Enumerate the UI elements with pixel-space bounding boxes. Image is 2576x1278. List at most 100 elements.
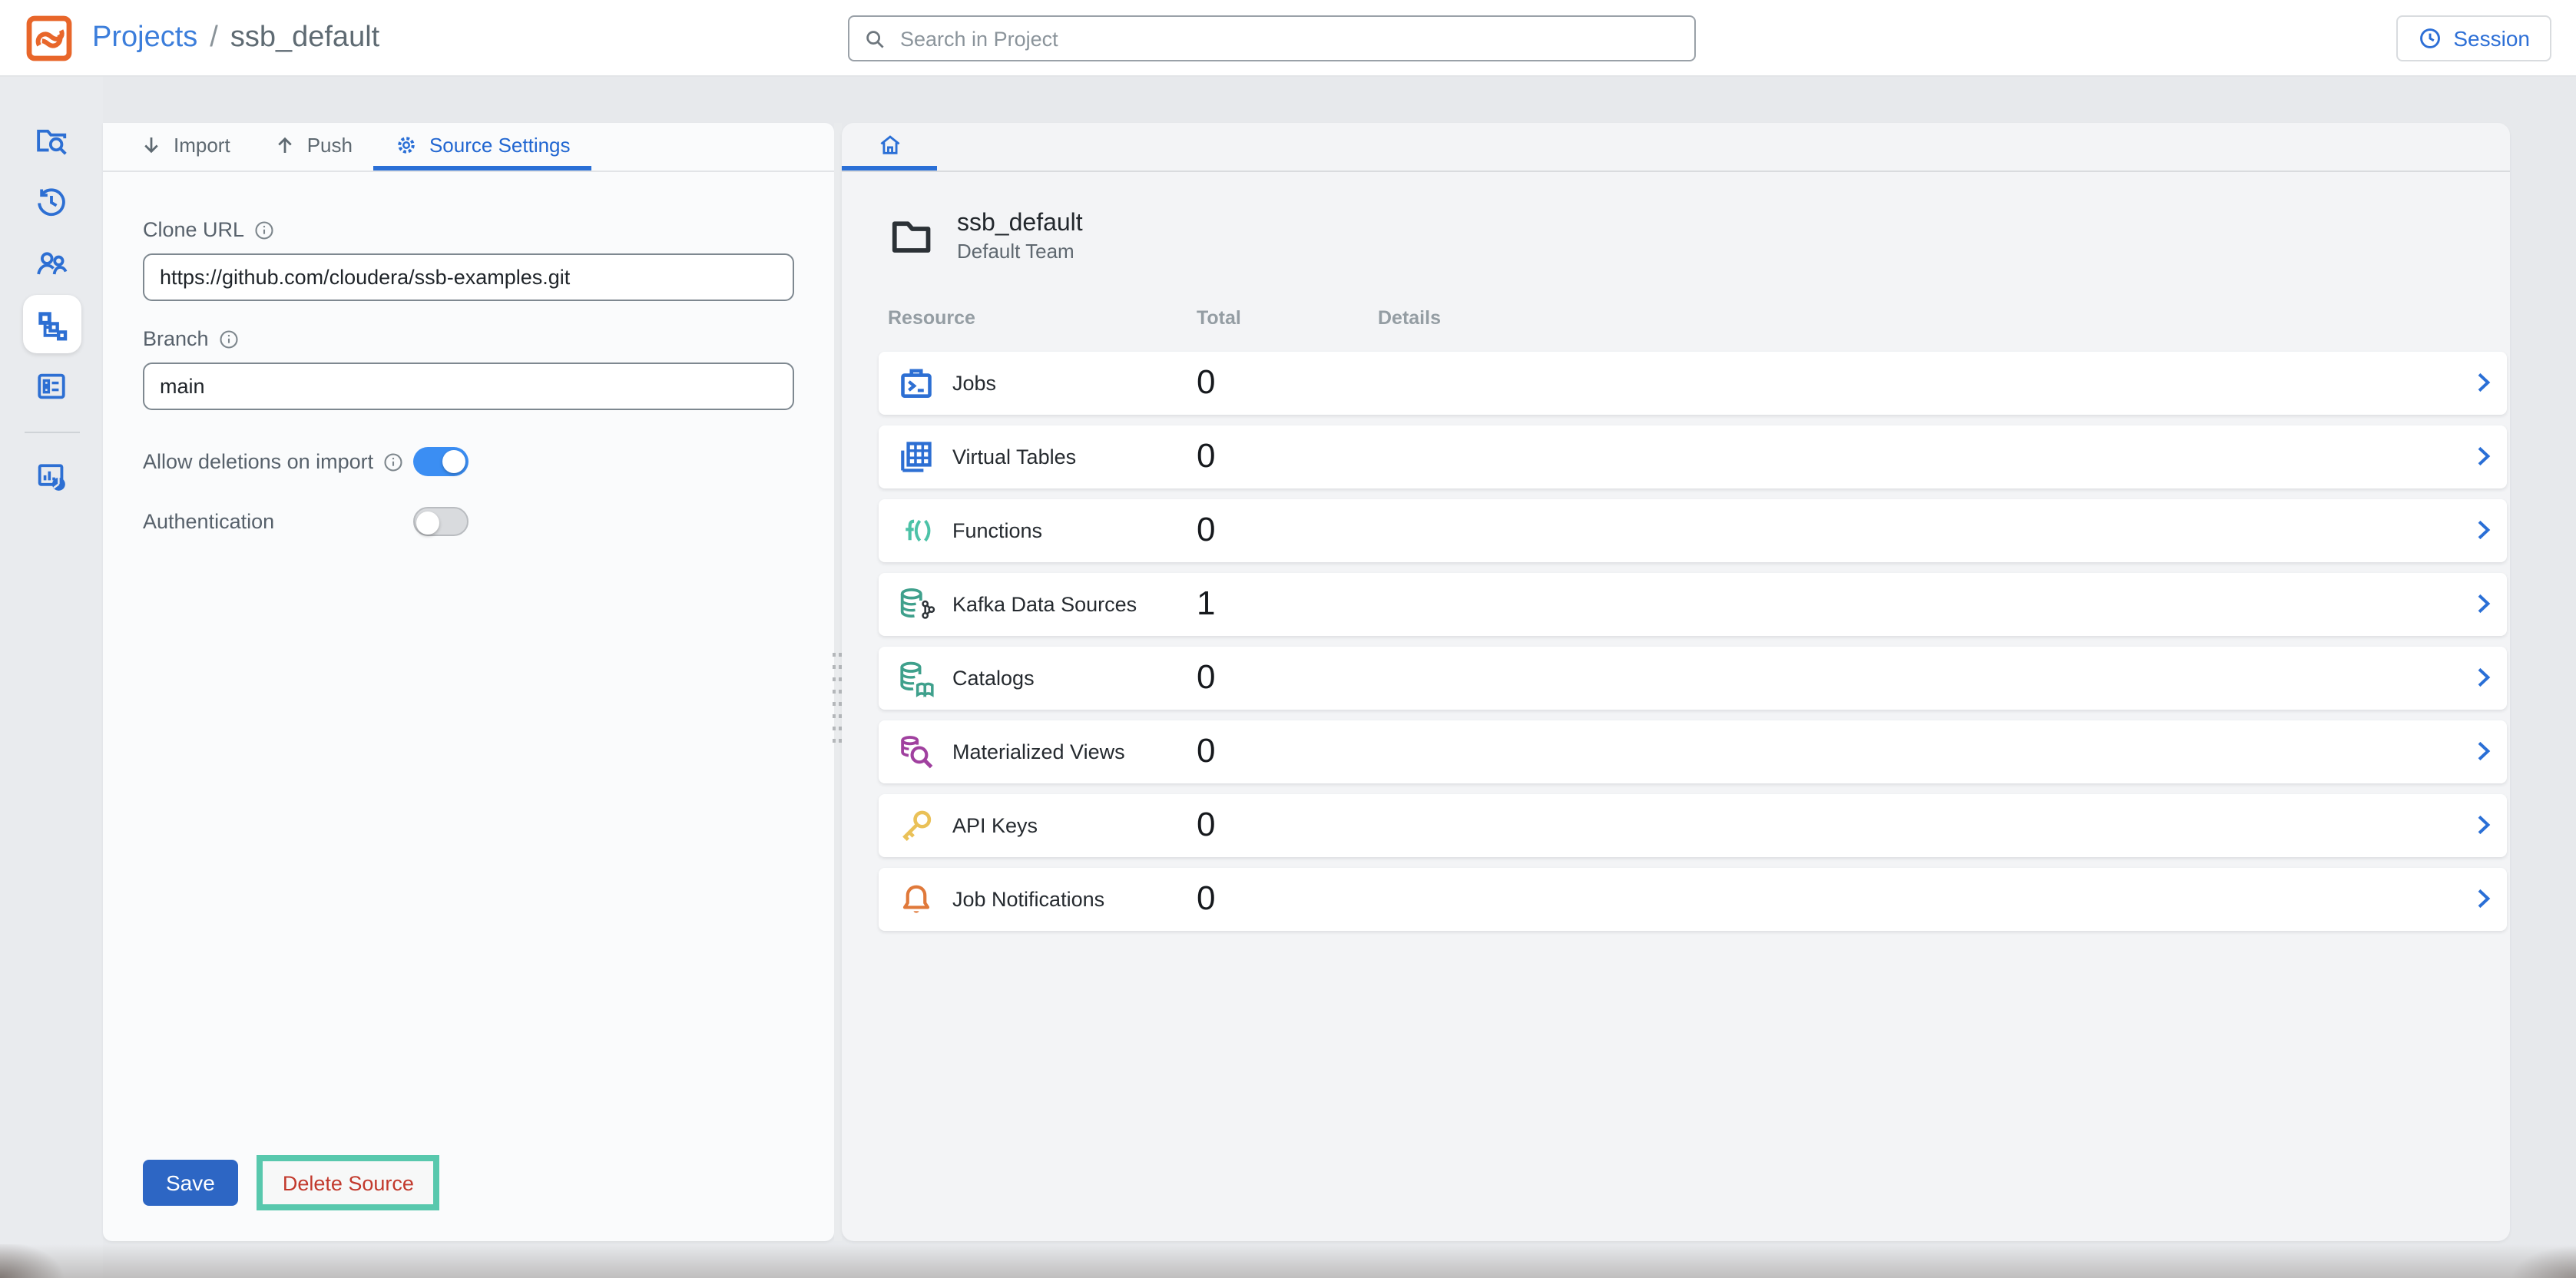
resource-table: Jobs 0 Virtual Tables 0 Functions 0 Kafka D…: [879, 352, 2510, 931]
sidebar-item-source-control[interactable]: [22, 295, 81, 353]
session-button-label: Session: [2453, 25, 2530, 50]
virtual-tables-icon: [897, 438, 935, 476]
clone-url-input[interactable]: [143, 253, 794, 301]
authentication-toggle[interactable]: [413, 507, 469, 536]
arrow-up-icon: [273, 133, 296, 156]
resource-label: Kafka Data Sources: [952, 593, 1137, 616]
table-row[interactable]: Virtual Tables 0: [879, 425, 2507, 488]
chevron-right-icon[interactable]: [2470, 813, 2496, 839]
sidebar-item-resources[interactable]: [22, 356, 81, 415]
session-button[interactable]: Session: [2396, 15, 2551, 61]
source-control-panel: Import Push Source Settings Clone URL Br…: [103, 123, 834, 1241]
delete-source-highlight: Delete Source: [257, 1155, 440, 1210]
home-icon: [876, 131, 902, 157]
resources-icon: [34, 368, 69, 403]
tab-source-settings[interactable]: Source Settings: [374, 123, 592, 171]
project-header: ssb_default Default Team: [842, 172, 2510, 266]
table-row[interactable]: Jobs 0: [879, 352, 2507, 415]
resource-label: Materialized Views: [952, 740, 1125, 763]
jobs-icon: [897, 364, 935, 402]
resource-total: 0: [1197, 732, 1216, 772]
chevron-right-icon[interactable]: [2470, 591, 2496, 617]
table-row[interactable]: Functions 0: [879, 499, 2507, 562]
resource-total: 0: [1197, 363, 1216, 403]
allow-deletions-row: Allow deletions on import: [143, 447, 794, 476]
save-button[interactable]: Save: [143, 1160, 238, 1206]
job-notifications-icon: [897, 880, 935, 919]
info-icon[interactable]: [382, 451, 404, 472]
api-keys-icon: [897, 806, 935, 845]
arrow-down-icon: [140, 133, 163, 156]
source-control-tabs: Import Push Source Settings: [103, 123, 834, 172]
form-actions: Save Delete Source: [143, 1155, 440, 1210]
chevron-right-icon[interactable]: [2470, 665, 2496, 691]
sidebar-item-history[interactable]: [22, 172, 81, 230]
source-settings-form: Clone URL Branch Allow deletions on impo…: [103, 172, 834, 536]
resource-label: Virtual Tables: [952, 445, 1076, 468]
column-details: Details: [1378, 307, 1441, 329]
panel-splitter[interactable]: [834, 123, 842, 1241]
info-icon[interactable]: [253, 219, 275, 240]
table-row[interactable]: Job Notifications0: [879, 868, 2507, 931]
project-name: ssb_default: [957, 209, 1083, 240]
table-row[interactable]: Catalogs 0: [879, 647, 2507, 710]
resource-label: API Keys: [952, 814, 1038, 837]
toggle-knob: [442, 450, 465, 473]
resource-total: 0: [1197, 511, 1216, 551]
kafka-data-sources-icon: [897, 585, 935, 624]
toggle-knob: [416, 511, 439, 534]
chevron-right-icon[interactable]: [2470, 370, 2496, 396]
authentication-row: Authentication: [143, 507, 794, 536]
delete-source-button[interactable]: Delete Source: [263, 1161, 434, 1204]
allow-deletions-toggle[interactable]: [413, 447, 469, 476]
column-resource: Resource: [888, 307, 975, 329]
window-bottom-shadow: [0, 1244, 2576, 1278]
branch-input[interactable]: [143, 363, 794, 410]
search-icon: [863, 27, 886, 50]
breadcrumb: Projects / ssb_default: [92, 21, 379, 55]
cloudera-ssb-logo-icon[interactable]: [25, 13, 74, 62]
tab-home[interactable]: [842, 123, 937, 171]
teams-icon: [34, 245, 69, 280]
sidebar-item-monitoring[interactable]: [22, 447, 81, 505]
breadcrumb-projects-link[interactable]: Projects: [92, 21, 197, 55]
resource-total: 1: [1197, 584, 1216, 624]
chevron-right-icon[interactable]: [2470, 444, 2496, 470]
chevron-right-icon[interactable]: [2470, 518, 2496, 544]
job-notifications-icon: [897, 880, 935, 919]
folder-icon: [888, 214, 934, 260]
table-row[interactable]: Kafka Data Sources 1: [879, 573, 2507, 636]
sidebar-item-project-explorer[interactable]: [22, 111, 81, 169]
resource-total: 0: [1197, 658, 1216, 698]
sidebar-item-teams[interactable]: [22, 233, 81, 292]
resource-label: Catalogs: [952, 667, 1035, 690]
api-keys-icon: [897, 806, 935, 845]
breadcrumb-separator: /: [210, 21, 218, 55]
chevron-right-icon[interactable]: [2470, 886, 2496, 912]
project-search[interactable]: [848, 15, 1696, 61]
tab-import[interactable]: Import: [118, 123, 252, 171]
tab-import-label: Import: [174, 133, 230, 156]
project-team: Default Team: [957, 240, 1083, 266]
table-row[interactable]: API Keys0: [879, 794, 2507, 857]
tab-push[interactable]: Push: [252, 123, 374, 171]
explorer-icon: [34, 122, 69, 157]
clone-url-label: Clone URL: [143, 218, 244, 241]
table-row[interactable]: Materialized Views 0: [879, 720, 2507, 783]
rail-divider: [24, 432, 79, 433]
ssb-app: Projects / ssb_default Session: [0, 0, 2576, 1278]
authentication-label: Authentication: [143, 510, 274, 533]
branch-label: Branch: [143, 327, 209, 350]
materialized-views-icon: [897, 733, 935, 771]
resource-total: 0: [1197, 437, 1216, 477]
resource-table-header: Resource Total Details: [842, 307, 2510, 332]
resource-label: Functions: [952, 519, 1042, 542]
resource-total: 0: [1197, 879, 1216, 919]
chevron-right-icon[interactable]: [2470, 739, 2496, 765]
breadcrumb-current-project: ssb_default: [230, 21, 379, 55]
clock-icon: [2418, 25, 2442, 50]
info-icon[interactable]: [218, 328, 240, 349]
search-input[interactable]: [897, 25, 1680, 51]
column-total: Total: [1197, 307, 1241, 329]
resource-label: Jobs: [952, 372, 996, 395]
